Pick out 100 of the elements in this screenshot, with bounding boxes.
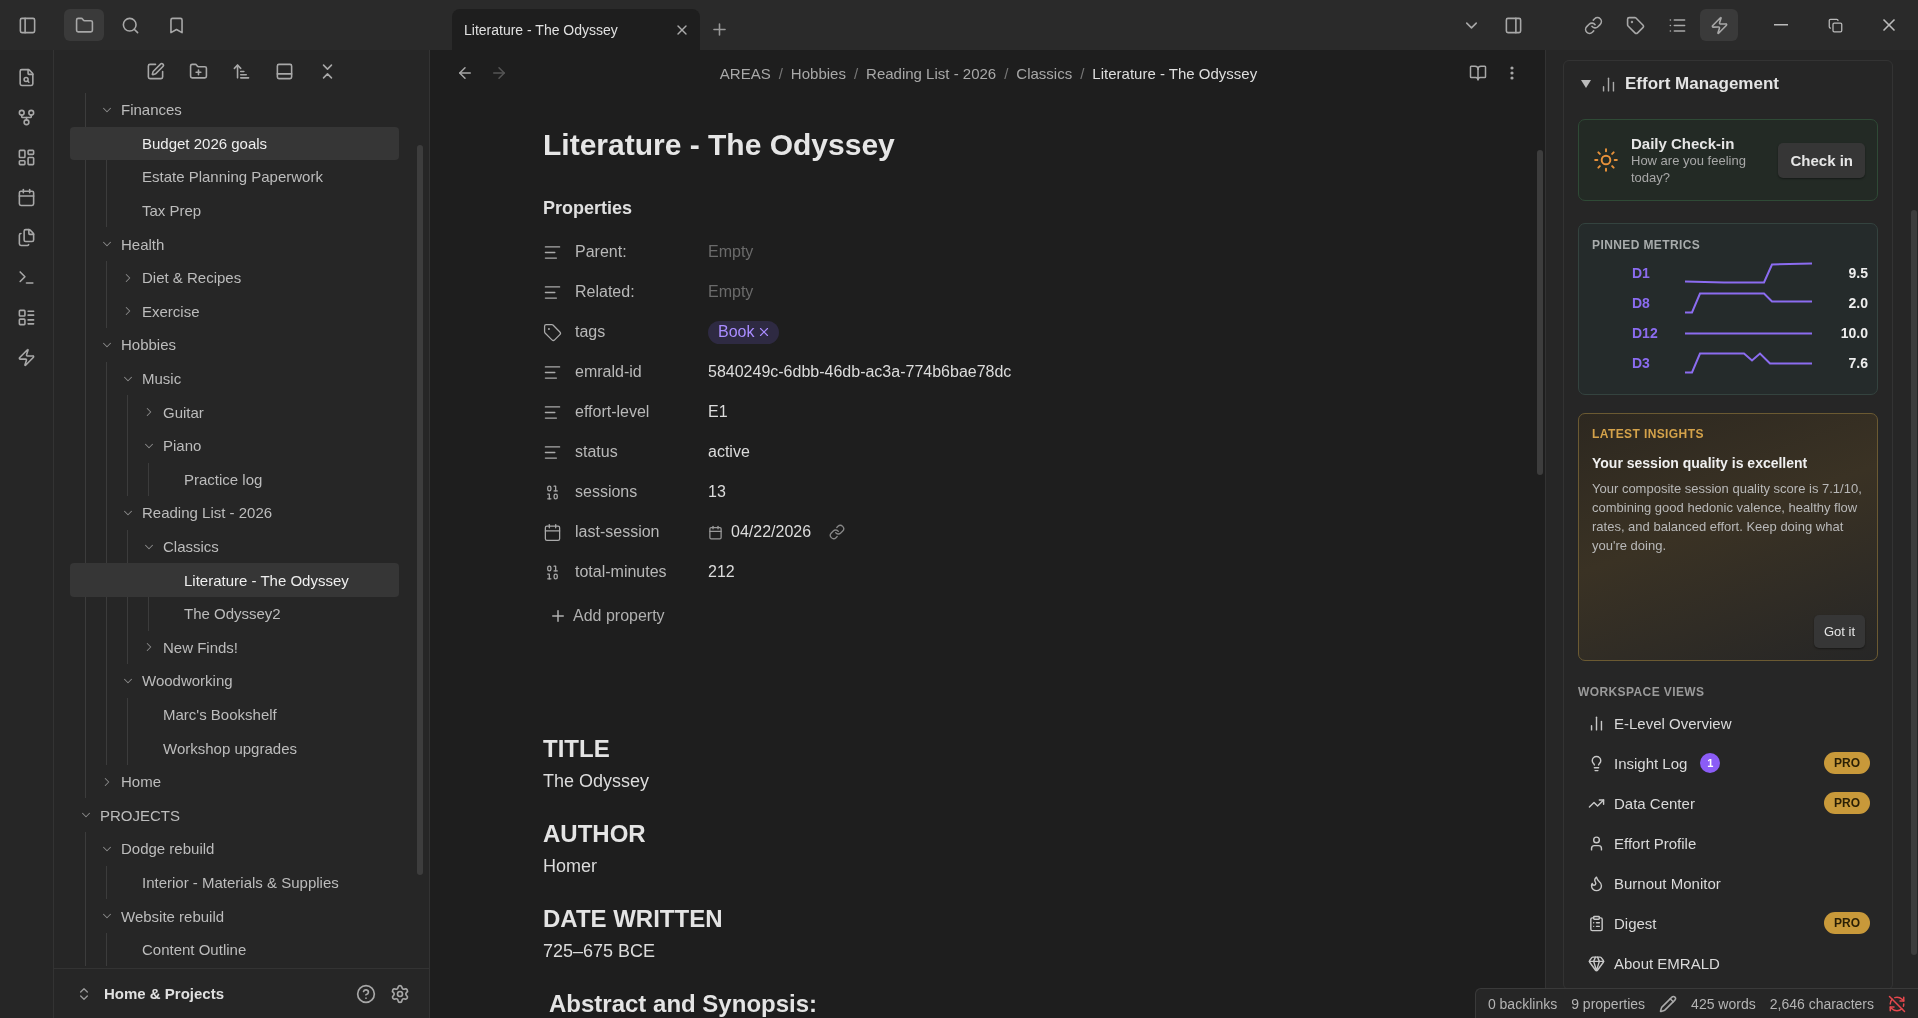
check-in-button[interactable]: Check in — [1778, 142, 1865, 178]
restore-icon — [1827, 17, 1843, 33]
folder-item[interactable]: Piano — [70, 428, 399, 463]
file-item[interactable]: Practice log — [70, 462, 399, 497]
folder-item[interactable]: New Finds! — [70, 630, 399, 665]
folder-item[interactable]: Classics — [70, 529, 399, 564]
sidebar-toggle-icon — [1503, 15, 1523, 35]
file-item[interactable]: Tax Prep — [70, 193, 399, 228]
new-tab-icon[interactable] — [710, 20, 729, 39]
folder-item[interactable]: Exercise — [70, 294, 399, 329]
folder-item[interactable]: Guitar — [70, 395, 399, 429]
got-it-button[interactable]: Got it — [1813, 615, 1865, 648]
metric-label[interactable]: D8 — [1632, 295, 1670, 311]
breadcrumb-link[interactable]: Classics — [1016, 64, 1073, 82]
file-item[interactable]: Interior - Materials & Supplies — [70, 865, 399, 900]
metric-value: 2.0 — [1847, 295, 1868, 311]
breadcrumb-link[interactable]: Reading List - 2026 — [866, 64, 997, 82]
pencil-icon[interactable] — [1659, 994, 1678, 1013]
tab[interactable]: Literature - The Odyssey — [452, 9, 700, 50]
file-item[interactable]: Workshop upgrades — [70, 731, 399, 765]
view-link[interactable]: Digest PRO — [1578, 903, 1878, 943]
folder-item[interactable]: Music — [70, 361, 399, 396]
breadcrumb-link[interactable]: Hobbies — [790, 64, 846, 82]
folder-item[interactable]: Health — [70, 227, 399, 261]
file-item[interactable]: Estate Planning Paperwork — [70, 160, 399, 194]
folder-item[interactable]: Hobbies — [70, 328, 399, 362]
insight-title: Your session quality is excellent — [1592, 455, 1809, 471]
section-text: 725–675 BCE — [543, 940, 656, 963]
backlinks-count[interactable]: 0 backlinks — [1487, 995, 1558, 1012]
count-badge: 1 — [1700, 753, 1721, 773]
vault-switcher[interactable]: Home & Projects — [76, 985, 349, 1002]
property-value[interactable]: 212 — [708, 563, 1545, 581]
tag-icon — [543, 322, 562, 342]
property-value[interactable]: 13 — [708, 483, 1545, 501]
metric-value: 7.6 — [1847, 355, 1868, 371]
file-search-icon — [17, 67, 36, 87]
view-link[interactable]: Insight Log 1 PRO — [1578, 743, 1878, 783]
add-property-button[interactable]: Add property — [543, 596, 1545, 636]
section-heading: TITLE — [543, 734, 610, 764]
metric-label[interactable]: D12 — [1632, 325, 1670, 341]
flame-icon — [1588, 874, 1605, 892]
breadcrumb-link[interactable]: AREAS — [719, 64, 771, 82]
view-link[interactable]: Burnout Monitor — [1578, 863, 1878, 903]
folder-item[interactable]: Diet & Recipes — [70, 260, 399, 295]
property-name[interactable]: Related: — [575, 283, 696, 301]
file-item[interactable]: Budget 2026 goals — [70, 126, 399, 161]
calendar-icon — [708, 524, 723, 540]
property-name[interactable]: Parent: — [575, 243, 696, 261]
view-link[interactable]: Effort Profile — [1578, 823, 1878, 863]
file-item[interactable]: The Odyssey2 — [70, 596, 399, 631]
property-value[interactable]: E1 — [708, 403, 1545, 421]
metric-label[interactable]: D1 — [1632, 265, 1670, 281]
tag-icon — [1625, 15, 1645, 35]
property-name[interactable]: last-session — [575, 523, 696, 541]
word-count: 425 words — [1691, 995, 1756, 1012]
folder-tab[interactable] — [64, 9, 104, 41]
sort-icon — [232, 62, 251, 81]
view-link[interactable]: E-Level Overview — [1578, 703, 1878, 743]
lightning-icon — [1709, 15, 1729, 35]
view-link[interactable]: About EMRALD — [1578, 943, 1878, 983]
folder-item[interactable]: Woodworking — [70, 664, 399, 698]
note-title[interactable]: Literature - The Odyssey — [543, 125, 1545, 165]
properties-heading: Properties — [543, 197, 634, 219]
property-name[interactable]: sessions — [575, 483, 696, 501]
folder-item[interactable]: Dodge rebuild — [70, 832, 399, 866]
link-icon[interactable] — [829, 524, 846, 540]
folder-item[interactable]: Finances — [70, 93, 399, 127]
file-item[interactable]: Content Outline — [70, 932, 399, 967]
breadcrumb-separator: / — [1004, 64, 1009, 82]
tag-pill[interactable]: Book — [708, 320, 780, 344]
property-name[interactable]: tags — [575, 323, 696, 341]
scrollbar-thumb[interactable] — [1537, 150, 1543, 475]
pro-badge: PRO — [1824, 752, 1870, 774]
view-link[interactable]: Data Center PRO — [1578, 783, 1878, 823]
property-name[interactable]: total-minutes — [575, 563, 696, 581]
property-value[interactable]: 04/22/2026 — [731, 523, 812, 541]
more-options-icon — [1510, 66, 1514, 80]
folder-item[interactable]: Home — [70, 764, 399, 799]
sidebar-toggle-icon — [17, 15, 37, 35]
property-name[interactable]: emrald-id — [575, 363, 696, 381]
section-text: The Odyssey — [543, 770, 650, 793]
folder-item[interactable]: PROJECTS — [70, 798, 399, 833]
file-item[interactable]: Marc's Bookshelf — [70, 697, 399, 732]
pro-badge: PRO — [1824, 912, 1870, 934]
metric-label[interactable]: D3 — [1632, 355, 1670, 371]
folder-item[interactable]: Reading List - 2026 — [70, 496, 399, 530]
property-name[interactable]: effort-level — [575, 403, 696, 421]
new-note-icon — [146, 62, 165, 81]
file-item[interactable]: Literature - The Odyssey — [70, 563, 399, 597]
folder-item[interactable]: Website rebuild — [70, 899, 399, 933]
sync-off-icon[interactable] — [1888, 994, 1906, 1013]
property-value[interactable]: 5840249c-6dbb-46db-ac3a-774b6bae78dc — [708, 363, 1545, 381]
property-name[interactable]: status — [575, 443, 696, 461]
breadcrumb-separator: / — [778, 64, 783, 82]
lightning-button[interactable] — [1700, 9, 1738, 41]
property-value[interactable]: active — [708, 443, 1545, 461]
section-heading: WORKSPACE VIEWS — [1578, 685, 1706, 699]
collapse-icon[interactable] — [1580, 79, 1592, 89]
sun-icon — [1593, 147, 1619, 173]
breadcrumb-link[interactable]: Literature - The Odyssey — [1092, 64, 1258, 82]
